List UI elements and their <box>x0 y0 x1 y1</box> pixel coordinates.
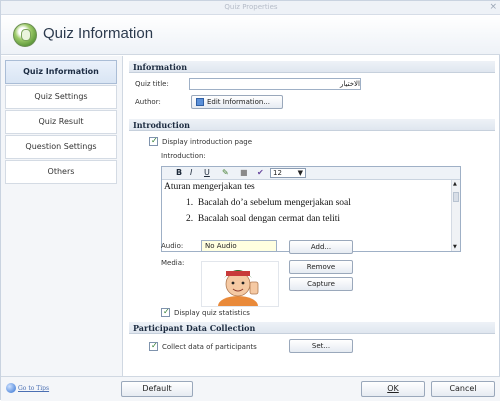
sidebar: Quiz Information Quiz Settings Quiz Resu… <box>1 56 123 376</box>
display-intro-checkbox[interactable] <box>149 136 158 146</box>
edit-information-button[interactable]: Edit Information... <box>191 95 283 109</box>
quiz-title-label: Quiz title: <box>135 80 169 88</box>
ok-button[interactable]: OK <box>361 381 425 397</box>
bold-button[interactable]: B <box>176 168 182 178</box>
list-item: 2. Bacalah soal dengan cermat dan teliti <box>186 214 444 224</box>
capture-media-button[interactable]: Capture <box>289 277 353 291</box>
collect-data-label: Collect data of participants <box>162 343 257 351</box>
add-audio-button[interactable]: Add... <box>289 240 353 254</box>
font-size-select[interactable]: 12 ▼ <box>270 168 306 178</box>
introduction-section-header: Introduction <box>129 119 495 131</box>
default-button[interactable]: Default <box>121 381 193 397</box>
display-intro-label: Display introduction page <box>162 138 253 146</box>
sidebar-item-quiz-result[interactable]: Quiz Result <box>5 110 117 134</box>
underline-button[interactable]: U <box>204 168 210 178</box>
italic-button[interactable]: I <box>190 168 192 178</box>
sidebar-item-quiz-settings[interactable]: Quiz Settings <box>5 85 117 109</box>
list-item-number: 2. <box>186 214 194 224</box>
list-item-number: 1. <box>186 198 194 208</box>
spell-check-icon[interactable]: ✔ <box>257 168 264 178</box>
cancel-button[interactable]: Cancel <box>431 381 495 397</box>
media-image <box>201 261 279 307</box>
window-title: Quiz Properties <box>224 3 278 11</box>
list-item-text: Bacalah do’a sebelum mengerjakan soal <box>197 198 351 208</box>
display-stats-checkbox[interactable] <box>161 307 170 317</box>
participant-section-header: Participant Data Collection <box>129 322 495 334</box>
image-icon[interactable]: ■ <box>240 168 248 178</box>
collect-data-checkbox[interactable] <box>149 341 158 351</box>
title-bar: Quiz Properties × <box>1 1 500 15</box>
footer: Go to Tips Default OK Cancel <box>1 376 500 401</box>
audio-field[interactable]: No Audio <box>201 240 277 252</box>
page-title: Quiz Information <box>43 25 154 42</box>
sidebar-item-quiz-information[interactable]: Quiz Information <box>5 60 117 84</box>
cancel-label: Cancel <box>449 384 477 393</box>
quiz-info-icon <box>13 23 37 47</box>
editor-content: Aturan mengerjakan tes 1. Bacalah do’a s… <box>164 182 444 224</box>
list-item: 1. Bacalah do’a sebelum mengerjakan soal <box>186 198 444 208</box>
font-size-value: 12 <box>273 169 282 177</box>
hyperlink-icon[interactable]: ✎ <box>222 168 229 178</box>
scroll-thumb[interactable] <box>453 192 459 202</box>
scroll-up-icon[interactable]: ▲ <box>453 181 457 187</box>
remove-media-button[interactable]: Remove <box>289 260 353 274</box>
ok-label: OK <box>387 384 399 393</box>
edit-user-icon <box>196 98 204 106</box>
audio-label: Audio: <box>161 242 184 250</box>
set-participant-button[interactable]: Set... <box>289 339 353 353</box>
main-content: Information Quiz title: الاختيار Author:… <box>129 56 499 376</box>
sidebar-item-others[interactable]: Others <box>5 160 117 184</box>
editor-toolbar: B I U ✎ ■ ✔ 12 ▼ <box>162 167 460 180</box>
close-icon[interactable]: × <box>489 2 497 12</box>
scroll-down-icon[interactable]: ▼ <box>453 244 457 250</box>
go-to-tips-link[interactable]: Go to Tips <box>18 385 49 392</box>
quiz-properties-window: Quiz Properties × Quiz Information Quiz … <box>0 0 500 401</box>
sidebar-item-question-settings[interactable]: Question Settings <box>5 135 117 159</box>
introduction-label: Introduction: <box>161 152 206 160</box>
information-section-header: Information <box>129 61 495 73</box>
chevron-down-icon: ▼ <box>297 169 303 177</box>
quiz-title-input[interactable]: الاختيار <box>189 78 361 90</box>
character-illustration <box>218 270 259 306</box>
display-stats-label: Display quiz statistics <box>174 309 250 317</box>
edit-information-label: Edit Information... <box>207 98 270 106</box>
help-globe-icon <box>6 383 16 393</box>
author-label: Author: <box>135 98 161 106</box>
editor-scrollbar[interactable]: ▲ ▼ <box>451 180 460 251</box>
editor-heading-text: Aturan mengerjakan tes <box>164 182 255 192</box>
header: Quiz Information <box>1 15 500 55</box>
list-item-text: Bacalah soal dengan cermat dan teliti <box>197 214 341 224</box>
media-label: Media: <box>161 259 185 267</box>
